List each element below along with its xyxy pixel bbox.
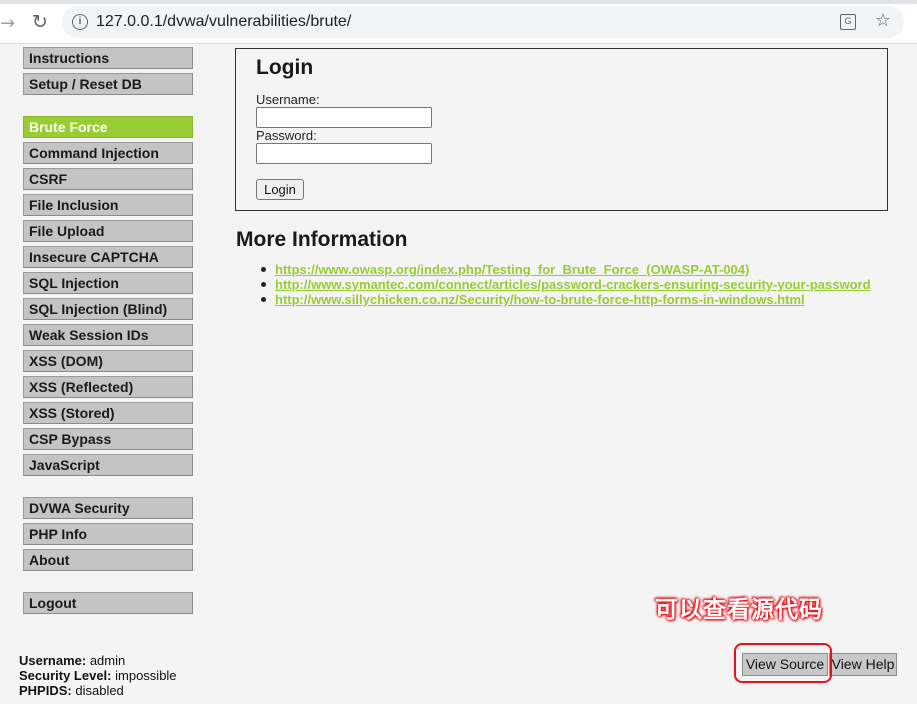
menu-item-csp-bypass[interactable]: CSP Bypass xyxy=(23,428,193,450)
security-level-value: impossible xyxy=(115,668,177,683)
annotation-highlight-ring xyxy=(734,643,832,683)
username-line: Username: admin xyxy=(19,653,177,668)
menu-item-insecure-captcha[interactable]: Insecure CAPTCHA xyxy=(23,246,193,268)
more-info-links: https://www.owasp.org/index.php/Testing_… xyxy=(259,262,871,307)
phpids-line: PHPIDS: disabled xyxy=(19,683,177,698)
menu-item-setup-reset-db[interactable]: Setup / Reset DB xyxy=(23,73,193,95)
menu-item-brute-force[interactable]: Brute Force xyxy=(23,116,193,138)
menu-item-weak-session-ids[interactable]: Weak Session IDs xyxy=(23,324,193,346)
menu-item-file-inclusion[interactable]: File Inclusion xyxy=(23,194,193,216)
username-info-label: Username: xyxy=(19,653,87,668)
menu-item-logout[interactable]: Logout xyxy=(23,592,193,614)
tab-strip-edge xyxy=(0,0,917,4)
view-help-button[interactable]: View Help xyxy=(829,653,897,676)
arrow-right-icon[interactable]: → xyxy=(0,13,15,34)
username-label: Username: xyxy=(256,92,320,107)
login-button[interactable]: Login xyxy=(256,179,304,200)
star-icon[interactable]: ☆ xyxy=(875,10,891,31)
menu-item-xss-reflected[interactable]: XSS (Reflected) xyxy=(23,376,193,398)
address-bar[interactable]: i 127.0.0.1/dvwa/vulnerabilities/brute/ … xyxy=(62,6,904,38)
menu-item-sql-injection[interactable]: SQL Injection xyxy=(23,272,193,294)
user-info: Username: admin Security Level: impossib… xyxy=(19,653,177,698)
menu-item-xss-stored[interactable]: XSS (Stored) xyxy=(23,402,193,424)
info-icon[interactable]: i xyxy=(72,14,88,30)
phpids-value: disabled xyxy=(75,683,124,698)
login-title: Login xyxy=(256,56,314,79)
link-symantec[interactable]: http://www.symantec.com/connect/articles… xyxy=(275,277,871,292)
annotation-text: 可以查看源代码 xyxy=(655,597,823,623)
menu-item-sql-injection-blind[interactable]: SQL Injection (Blind) xyxy=(23,298,193,320)
security-level-line: Security Level: impossible xyxy=(19,668,177,683)
more-info-heading: More Information xyxy=(236,228,408,251)
username-value: admin xyxy=(89,653,126,668)
menu-item-xss-dom[interactable]: XSS (DOM) xyxy=(23,350,193,372)
phpids-label: PHPIDS: xyxy=(19,683,72,698)
login-panel: Login Username: Password: Login xyxy=(235,48,888,211)
menu-item-dvwa-security[interactable]: DVWA Security xyxy=(23,497,193,519)
url-text[interactable]: 127.0.0.1/dvwa/vulnerabilities/brute/ xyxy=(96,13,351,31)
link-owasp[interactable]: https://www.owasp.org/index.php/Testing_… xyxy=(275,262,749,277)
password-label: Password: xyxy=(256,128,317,143)
menu-item-php-info[interactable]: PHP Info xyxy=(23,523,193,545)
password-input[interactable] xyxy=(256,143,432,164)
security-level-label: Security Level: xyxy=(19,668,112,683)
menu-item-javascript[interactable]: JavaScript xyxy=(23,454,193,476)
list-item: http://www.sillychicken.co.nz/Security/h… xyxy=(259,292,871,307)
menu-item-instructions[interactable]: Instructions xyxy=(23,47,193,69)
menu-item-about[interactable]: About xyxy=(23,549,193,571)
list-item: http://www.symantec.com/connect/articles… xyxy=(259,277,871,292)
translate-icon[interactable]: G xyxy=(840,14,856,30)
menu-item-file-upload[interactable]: File Upload xyxy=(23,220,193,242)
list-item: https://www.owasp.org/index.php/Testing_… xyxy=(259,262,871,277)
menu-item-csrf[interactable]: CSRF xyxy=(23,168,193,190)
menu-item-command-injection[interactable]: Command Injection xyxy=(23,142,193,164)
username-input[interactable] xyxy=(256,107,432,128)
reload-icon[interactable]: ↻ xyxy=(32,11,48,33)
browser-toolbar: → ↻ i 127.0.0.1/dvwa/vulnerabilities/bru… xyxy=(0,0,917,44)
link-sillychicken[interactable]: http://www.sillychicken.co.nz/Security/h… xyxy=(275,292,805,307)
